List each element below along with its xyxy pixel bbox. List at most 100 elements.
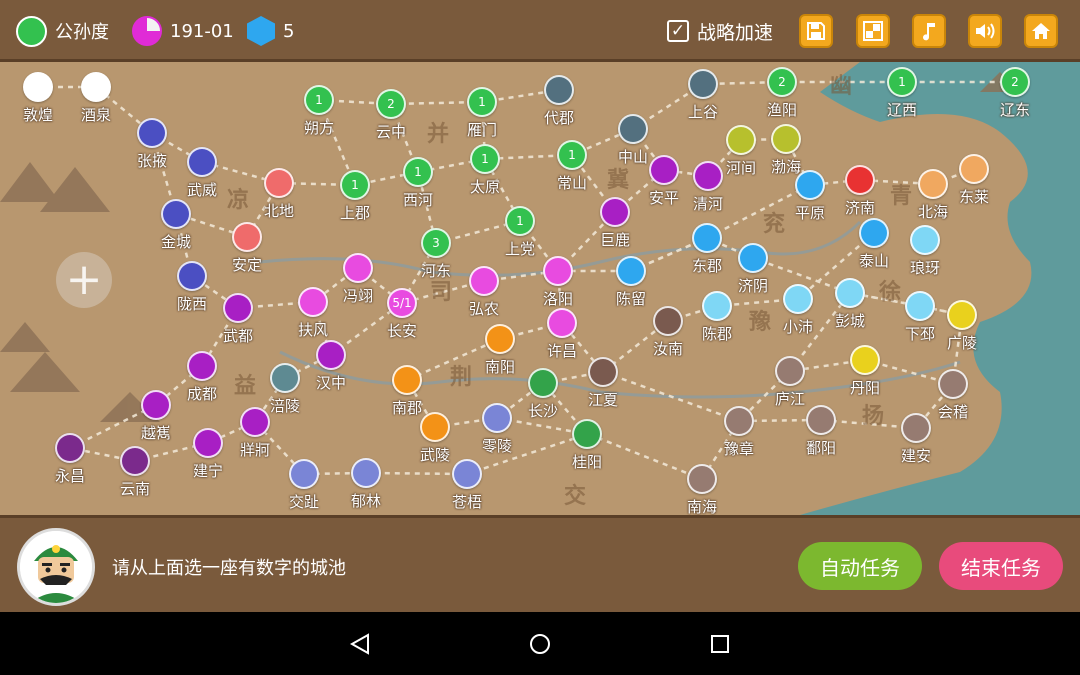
- city-marker[interactable]: 1: [467, 87, 497, 117]
- city-marker[interactable]: [649, 155, 679, 185]
- city-marker[interactable]: 1: [505, 206, 535, 236]
- city-marker[interactable]: [947, 300, 977, 330]
- city-name: 小沛: [782, 318, 814, 336]
- city-marker[interactable]: [938, 369, 968, 399]
- city-marker[interactable]: [223, 293, 253, 323]
- save-button[interactable]: [799, 14, 833, 48]
- city-marker[interactable]: [687, 464, 717, 494]
- city-marker[interactable]: [693, 161, 723, 191]
- city-count: 5: [283, 20, 295, 42]
- city-marker[interactable]: [482, 403, 512, 433]
- city-marker[interactable]: [905, 291, 935, 321]
- city-marker[interactable]: [193, 428, 223, 458]
- city-marker[interactable]: [901, 413, 931, 443]
- city-marker[interactable]: 1: [557, 140, 587, 170]
- city-marker[interactable]: [543, 256, 573, 286]
- layout-button[interactable]: [856, 14, 890, 48]
- city-name: 清河: [692, 195, 724, 213]
- city-marker[interactable]: [351, 458, 381, 488]
- city-marker[interactable]: [161, 199, 191, 229]
- city-marker[interactable]: 3: [421, 228, 451, 258]
- city-marker[interactable]: 1: [340, 170, 370, 200]
- city-marker[interactable]: [141, 390, 171, 420]
- city-marker[interactable]: [187, 147, 217, 177]
- city-name: 泰山: [858, 252, 890, 270]
- city-marker[interactable]: [420, 412, 450, 442]
- city-name: 酒泉: [80, 106, 112, 124]
- city-marker[interactable]: [835, 278, 865, 308]
- city-marker[interactable]: [738, 243, 768, 273]
- city-marker[interactable]: [270, 363, 300, 393]
- city-marker[interactable]: 1: [304, 85, 334, 115]
- strategy-map[interactable]: 幽 并 冀 凉 兖 青 司 徐 豫 益 荆 扬 交 + 敦煌 酒泉 张掖 武威 金城 陇西…: [0, 62, 1080, 515]
- city-count-info: 5: [247, 15, 294, 47]
- zoom-in-button[interactable]: +: [56, 252, 112, 308]
- city-marker[interactable]: [289, 459, 319, 489]
- city-marker[interactable]: [806, 405, 836, 435]
- home-button[interactable]: [1024, 14, 1058, 48]
- city-marker[interactable]: [726, 125, 756, 155]
- city-marker[interactable]: 1: [470, 144, 500, 174]
- city-marker[interactable]: [452, 459, 482, 489]
- city-marker[interactable]: [775, 356, 805, 386]
- city-marker[interactable]: [232, 222, 262, 252]
- city-marker[interactable]: [81, 72, 111, 102]
- city-marker[interactable]: [572, 419, 602, 449]
- speedup-toggle[interactable]: ✓ 战略加速: [667, 15, 773, 47]
- city-marker[interactable]: [485, 324, 515, 354]
- city-marker[interactable]: [23, 72, 53, 102]
- end-task-button[interactable]: 结束任务: [939, 542, 1063, 590]
- city-marker[interactable]: [688, 69, 718, 99]
- city-marker[interactable]: [618, 114, 648, 144]
- city-marker[interactable]: [702, 291, 732, 321]
- city-marker[interactable]: [544, 75, 574, 105]
- city-marker[interactable]: [653, 306, 683, 336]
- city-marker[interactable]: [264, 168, 294, 198]
- city-marker[interactable]: [850, 345, 880, 375]
- city-marker[interactable]: [845, 165, 875, 195]
- city-marker[interactable]: [616, 256, 646, 286]
- city-marker[interactable]: 2: [1000, 67, 1030, 97]
- city-marker[interactable]: [859, 218, 889, 248]
- city-marker[interactable]: 2: [767, 67, 797, 97]
- city-marker[interactable]: [528, 368, 558, 398]
- city-marker[interactable]: [392, 365, 422, 395]
- city-marker[interactable]: [724, 406, 754, 436]
- city-marker[interactable]: [783, 284, 813, 314]
- ruler-name: 公孙度: [55, 22, 109, 43]
- city-marker[interactable]: [771, 124, 801, 154]
- city-marker[interactable]: [692, 223, 722, 253]
- city-marker[interactable]: [918, 169, 948, 199]
- city-marker[interactable]: [600, 197, 630, 227]
- city-marker[interactable]: [240, 407, 270, 437]
- city-marker[interactable]: [177, 261, 207, 291]
- city-marker[interactable]: [120, 446, 150, 476]
- city-marker[interactable]: [316, 340, 346, 370]
- city-marker[interactable]: [547, 308, 577, 338]
- volume-button[interactable]: [968, 14, 1002, 48]
- speedup-checkbox[interactable]: ✓: [667, 20, 689, 42]
- city-marker[interactable]: [910, 225, 940, 255]
- city-marker[interactable]: [795, 170, 825, 200]
- city-name: 上党: [504, 240, 536, 258]
- city-marker[interactable]: 1: [887, 67, 917, 97]
- home-nav-icon[interactable]: [528, 632, 552, 656]
- city-marker[interactable]: [469, 266, 499, 296]
- city-marker[interactable]: 2: [376, 89, 406, 119]
- city-marker[interactable]: [298, 287, 328, 317]
- recents-icon[interactable]: [708, 632, 732, 656]
- city-marker[interactable]: 5/1: [387, 288, 417, 318]
- music-button[interactable]: [912, 14, 946, 48]
- back-icon[interactable]: [348, 632, 372, 656]
- city-name: 陇西: [176, 295, 208, 313]
- auto-task-button[interactable]: 自动任务: [798, 542, 922, 590]
- city-marker[interactable]: [187, 351, 217, 381]
- bottom-panel: 请从上面选一座有数字的城池 自动任务 结束任务: [0, 515, 1080, 612]
- city-marker[interactable]: [959, 154, 989, 184]
- city-marker[interactable]: 1: [403, 157, 433, 187]
- city-marker[interactable]: [343, 253, 373, 283]
- city-marker[interactable]: [55, 433, 85, 463]
- city-name: 江夏: [587, 391, 619, 409]
- city-marker[interactable]: [588, 357, 618, 387]
- city-marker[interactable]: [137, 118, 167, 148]
